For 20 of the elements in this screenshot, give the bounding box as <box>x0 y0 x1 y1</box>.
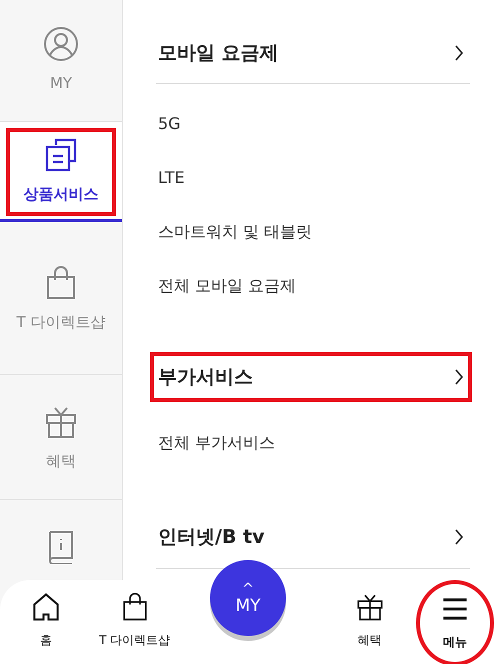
menu-link[interactable]: 전체 모바일 요금제 <box>158 260 470 314</box>
menu-link[interactable]: 스마트워치 및 태블릿 <box>158 205 470 260</box>
nav-item[interactable]: 혜택 <box>330 592 410 649</box>
menu-link[interactable]: 5G <box>158 96 470 150</box>
my-button[interactable]: ^ MY <box>210 560 286 636</box>
person-icon <box>43 26 79 62</box>
nav-item[interactable]: T 다이렉트샵 <box>86 592 184 649</box>
sidebar-item[interactable]: 상품서비스 <box>0 122 122 222</box>
section-header[interactable]: 부가서비스 <box>148 350 474 404</box>
chevron-icon <box>454 44 464 62</box>
documents-icon <box>43 137 79 173</box>
chevron-icon <box>454 528 464 546</box>
home-icon <box>30 592 61 622</box>
chevron-icon <box>454 368 464 386</box>
nav-item[interactable]: 홈 <box>6 592 86 649</box>
nav-item[interactable]: 메뉴 <box>416 580 494 664</box>
gift-icon <box>354 592 385 622</box>
menu-link[interactable]: LTE <box>158 150 470 205</box>
section-header[interactable]: 모바일 요금제 <box>156 22 470 84</box>
menu-link[interactable]: 전체 부가서비스 <box>158 416 470 470</box>
